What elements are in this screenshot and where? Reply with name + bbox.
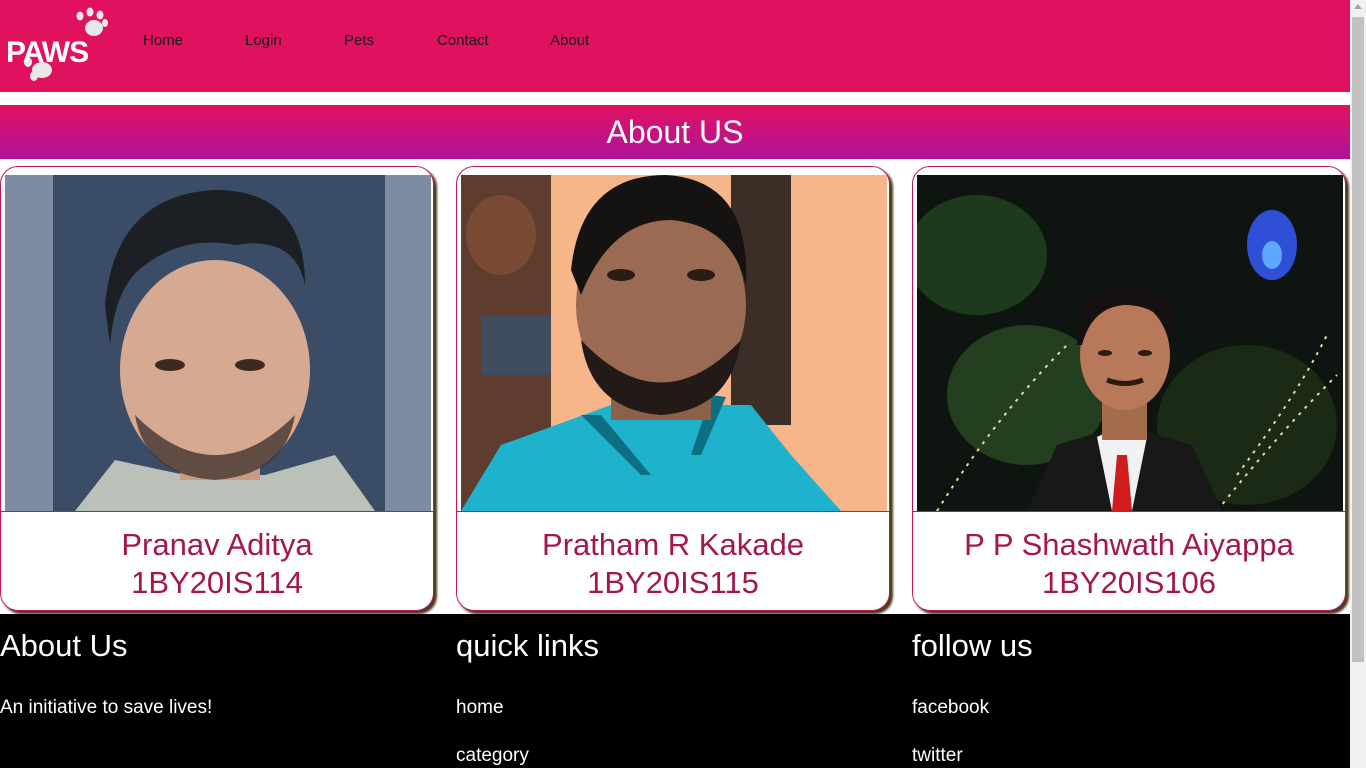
member-name: P P Shashwath Aiyappa	[964, 527, 1294, 562]
team-card: P P Shashwath Aiyappa 1BY20IS106	[912, 166, 1346, 611]
footer-quick-links-title: quick links	[456, 628, 599, 663]
footer-link-category[interactable]: category	[456, 745, 529, 767]
footer-about-title: About Us	[0, 628, 128, 663]
card-divider	[1, 511, 433, 512]
footer-link-home[interactable]: home	[456, 697, 504, 719]
navbar: PAWS Home Login Pets Contact About	[0, 0, 1350, 92]
footer-about-text: An initiative to save lives!	[0, 697, 213, 718]
member-usn: 1BY20IS115	[587, 565, 759, 600]
scrollbar-thumb[interactable]	[1352, 17, 1364, 662]
logo-text: PAWS	[6, 36, 89, 69]
card-divider	[457, 511, 889, 512]
team-card: Pranav Aditya 1BY20IS114	[0, 166, 434, 611]
member-usn: 1BY20IS114	[131, 565, 303, 600]
member-name: Pratham R Kakade	[542, 527, 804, 562]
footer: About Us An initiative to save lives! qu…	[0, 614, 1350, 768]
member-photo	[917, 175, 1343, 511]
member-usn: 1BY20IS106	[1041, 565, 1217, 600]
nav-home-link[interactable]: Home	[143, 32, 183, 49]
team-card: Pratham R Kakade 1BY20IS115	[456, 166, 890, 611]
page-title: About US	[606, 113, 744, 150]
member-photo	[461, 175, 887, 511]
vertical-scrollbar[interactable]	[1350, 0, 1366, 768]
about-banner: About US	[0, 105, 1350, 159]
nav-contact-link[interactable]: Contact	[437, 32, 489, 49]
page: PAWS Home Login Pets Contact About About…	[0, 0, 1350, 768]
footer-follow-title: follow us	[912, 628, 1033, 663]
scroll-up-arrow-icon[interactable]	[1354, 4, 1362, 9]
member-name: Pranav Aditya	[121, 527, 313, 562]
member-photo	[5, 175, 431, 511]
footer-link-facebook[interactable]: facebook	[912, 697, 989, 719]
card-divider	[913, 511, 1345, 512]
footer-link-twitter[interactable]: twitter	[912, 745, 963, 767]
nav-about-link[interactable]: About	[550, 32, 589, 49]
nav-login-link[interactable]: Login	[245, 32, 282, 49]
paws-logo[interactable]: PAWS	[4, 6, 108, 84]
nav-pets-link[interactable]: Pets	[344, 32, 374, 49]
